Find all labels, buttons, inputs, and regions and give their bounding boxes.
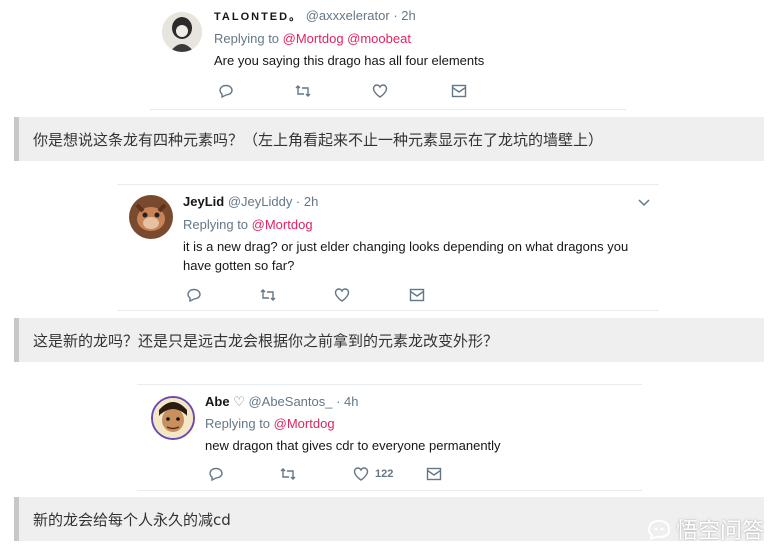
tweet-header: JeyLid @JeyLiddy · 2h [183, 194, 318, 209]
user-handle[interactable]: @JeyLiddy · 2h [228, 194, 319, 209]
translation-caption: 这是新的龙吗？还是只是远古龙会根据你之前拿到的元素龙改变外形？ [14, 318, 764, 362]
like-count: 122 [375, 468, 394, 480]
divider [117, 184, 659, 185]
retweet-action[interactable] [279, 466, 297, 482]
avatar[interactable] [162, 12, 202, 52]
divider [137, 384, 642, 385]
retweet-action[interactable] [294, 83, 312, 99]
user-name[interactable]: Abe [205, 394, 230, 409]
mention-link[interactable]: @Mortdog @moobeat [283, 31, 411, 46]
dm-action[interactable] [409, 288, 425, 302]
like-icon [334, 288, 350, 302]
reply-icon [219, 84, 233, 99]
tweet-text: Are you saying this drago has all four e… [214, 53, 485, 68]
caption-text: 你是想说这条龙有四种元素吗？（左上角看起来不止一种元素显示在了龙坑的墙壁上） [33, 130, 604, 149]
avatar[interactable] [151, 396, 195, 440]
user-name[interactable]: TALONTED。 [214, 11, 302, 23]
replying-to: Replying to @Mortdog @moobeat [214, 31, 411, 46]
user-handle[interactable]: @axxxelerator · 2h [306, 8, 416, 23]
divider [137, 490, 642, 491]
tweet-header: TALONTED。 @axxxelerator · 2h [214, 8, 416, 24]
avatar[interactable] [129, 195, 173, 239]
tweet-header: Abe ♡ @AbeSantos_ · 4h [205, 394, 359, 410]
like-icon [353, 467, 369, 481]
reply-icon [209, 467, 223, 482]
like-action[interactable] [372, 83, 388, 99]
wukong-logo-icon [647, 519, 670, 540]
caption-text: 新的龙会给每个人永久的减cd [33, 510, 231, 529]
replying-to: Replying to @Mortdog [183, 217, 313, 232]
retweet-icon [280, 468, 296, 480]
retweet-icon [260, 289, 276, 301]
reply-action[interactable] [218, 83, 234, 99]
dm-icon [451, 84, 467, 98]
like-action[interactable] [334, 287, 350, 303]
retweet-action[interactable] [259, 287, 277, 303]
tweet-text: new dragon that gives cdr to everyone pe… [205, 438, 501, 453]
retweet-icon [295, 85, 311, 97]
replying-prefix: Replying to [205, 416, 274, 431]
mention-link[interactable]: @Mortdog [252, 217, 313, 232]
dm-action[interactable] [451, 84, 467, 98]
watermark: 悟空问答 [646, 513, 764, 545]
dm-icon [426, 467, 442, 481]
dm-action[interactable] [426, 467, 442, 481]
reply-action[interactable] [208, 466, 224, 482]
chevron-down-icon[interactable] [637, 198, 651, 208]
divider [150, 109, 626, 110]
translation-caption: 你是想说这条龙有四种元素吗？（左上角看起来不止一种元素显示在了龙坑的墙壁上） [14, 117, 764, 161]
reply-action[interactable] [186, 287, 202, 303]
user-handle[interactable]: ♡ @AbeSantos_ · 4h [233, 394, 358, 409]
dm-icon [409, 288, 425, 302]
like-action[interactable]: 122 [353, 466, 393, 482]
divider [117, 310, 659, 311]
watermark-text: 悟空问答 [675, 519, 764, 544]
replying-prefix: Replying to [214, 31, 283, 46]
like-icon [372, 84, 388, 98]
user-name[interactable]: JeyLid [183, 194, 224, 209]
mention-link[interactable]: @Mortdog [274, 416, 335, 431]
reply-icon [187, 288, 201, 303]
tweet-text: it is a new drag? or just elder changing… [183, 239, 629, 273]
replying-to: Replying to @Mortdog [205, 416, 335, 431]
caption-text: 这是新的龙吗？还是只是远古龙会根据你之前拿到的元素龙改变外形？ [33, 331, 499, 350]
replying-prefix: Replying to [183, 217, 252, 232]
